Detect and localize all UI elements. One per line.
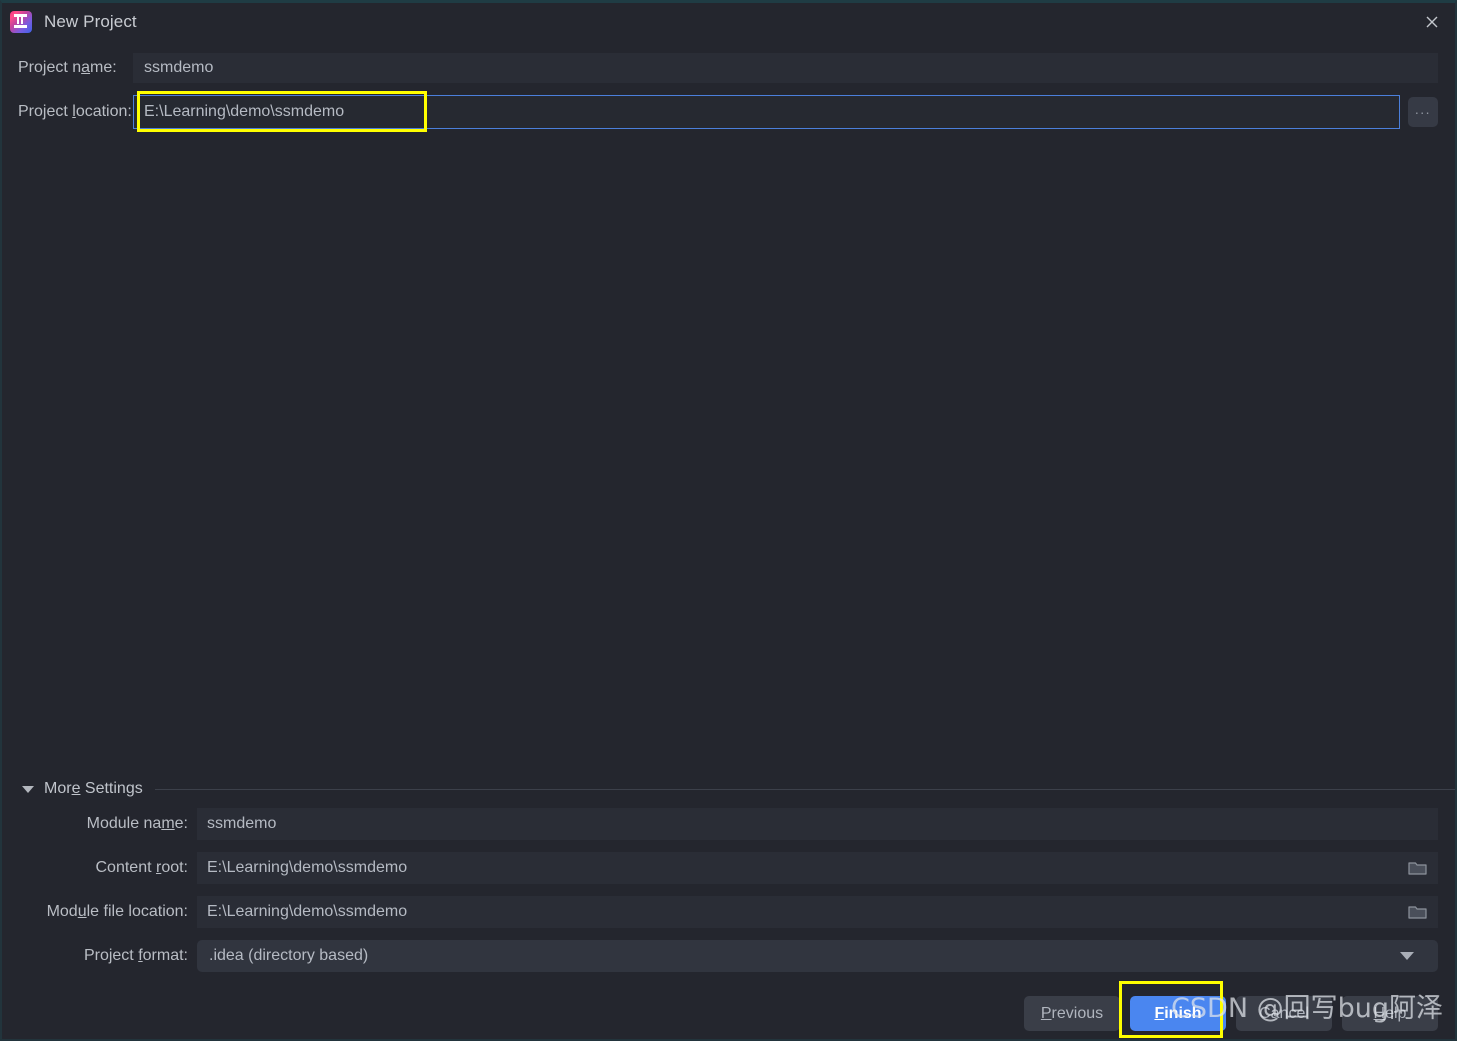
close-icon (1426, 16, 1438, 28)
previous-button[interactable]: Previous (1024, 996, 1120, 1031)
module-name-row: Module name: (2, 808, 1455, 840)
module-name-input[interactable] (197, 808, 1438, 840)
browse-location-button[interactable]: ... (1408, 97, 1438, 127)
more-settings-label: More Settings (44, 780, 143, 797)
project-name-input[interactable] (133, 53, 1438, 83)
chevron-down-icon (1400, 952, 1414, 960)
project-format-value: .idea (directory based) (209, 947, 369, 964)
intellij-idea-logo-icon (10, 11, 32, 33)
section-divider (154, 788, 1455, 790)
title-bar: New Project (2, 3, 1455, 41)
folder-icon (1408, 862, 1427, 875)
project-location-row: Project location: ... (2, 95, 1455, 129)
content-root-row: Content root: (2, 852, 1455, 884)
module-file-location-input[interactable] (197, 896, 1398, 928)
more-settings-toggle[interactable]: More Settings (2, 778, 1455, 800)
content-root-input[interactable] (197, 852, 1398, 884)
project-location-label: Project location: (18, 103, 132, 120)
project-format-select[interactable]: .idea (directory based) (197, 940, 1438, 972)
chevron-down-icon (22, 785, 34, 793)
project-location-input[interactable] (133, 95, 1400, 129)
content-root-browse-button[interactable] (1398, 852, 1438, 884)
close-button[interactable] (1409, 3, 1455, 41)
project-format-row: Project format: .idea (directory based) (2, 940, 1455, 972)
module-name-label: Module name: (86, 815, 188, 832)
help-button[interactable]: Help (1342, 996, 1438, 1031)
module-file-location-row: Module file location: (2, 896, 1455, 928)
project-name-row: Project name: (2, 53, 1455, 83)
cancel-button[interactable]: Cancel (1236, 996, 1332, 1031)
module-file-location-label: Module file location: (46, 903, 188, 920)
module-file-location-browse-button[interactable] (1398, 896, 1438, 928)
project-format-label: Project format: (83, 947, 188, 964)
folder-icon (1408, 906, 1427, 919)
content-root-label: Content root: (95, 859, 189, 876)
project-name-label: Project name: (18, 59, 117, 76)
finish-button[interactable]: Finish (1130, 996, 1226, 1031)
window-title: New Project (44, 12, 137, 31)
new-project-dialog: New Project Project name: Project locati… (0, 0, 1457, 1041)
dialog-button-bar: Previous Finish Cancel Help (2, 996, 1455, 1031)
